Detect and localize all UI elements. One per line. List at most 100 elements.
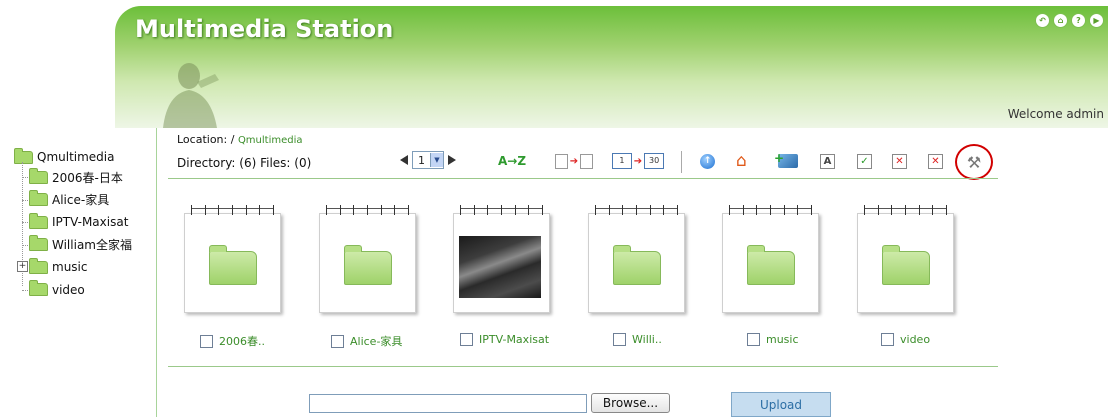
folder-caption: Willi.. [613,333,662,346]
folder-name-link[interactable]: Alice-家具 [350,333,402,349]
close-icon: ✕ [892,153,907,169]
toolbar-separator [681,151,682,173]
folder-icon [29,257,48,274]
arrow-icon: ➔ [569,155,579,167]
folder-caption: IPTV-Maxisat [460,333,549,346]
home-button[interactable]: ⌂ [736,152,747,170]
folder-thumbnail[interactable] [453,205,550,313]
location-breadcrumb: Location: / Qmultimedia [177,133,303,146]
tree-item-label: IPTV-Maxisat [52,215,129,230]
help-icon[interactable]: ? [1071,13,1086,28]
up-folder-button[interactable]: ↑ [700,152,715,170]
delete-button[interactable]: ✕ [928,152,943,170]
sort-by-type-button[interactable]: ➔ [551,152,597,170]
sidebar-divider [156,128,157,417]
select-checkbox[interactable] [331,334,344,348]
folder-icon [29,190,48,207]
file-icon [580,153,594,169]
folder-thumbnail[interactable] [857,205,954,313]
tree-item-2006[interactable]: 2006春-日本 [14,166,132,189]
delete-file-icon: ✕ [928,153,943,169]
select-checkbox[interactable] [613,333,626,346]
tools-icon: ⚒ [966,152,982,172]
folder-caption: Alice-家具 [331,333,402,349]
tree-root-label: Qmultimedia [37,150,115,164]
welcome-text: Welcome admin [1007,107,1104,121]
file-icon [554,153,568,169]
page-number: 1 [418,153,425,167]
folder-icon [747,245,795,285]
folder-name-link[interactable]: music [766,333,799,346]
folder-icon [344,245,392,285]
banner-figure-image [163,63,219,128]
folder-preview-photo [459,236,541,298]
tree-item-william[interactable]: William全家福 [14,234,132,257]
pager: 1 ▼ [400,151,456,169]
sort-by-name-button[interactable]: A→Z [498,152,526,170]
logout-icon[interactable]: ▶ [1089,13,1104,28]
select-checkbox[interactable] [460,333,473,346]
back-icon[interactable]: ↶ [1035,13,1050,28]
folder-thumbnail[interactable] [319,205,416,313]
tree-item-label: music [52,260,88,275]
add-photo-icon [774,151,798,168]
check-icon: ✓ [857,153,872,169]
prev-page-icon[interactable] [400,155,408,165]
location-label: Location: / [177,133,235,146]
select-checkbox[interactable] [881,333,894,346]
tree-item-video[interactable]: video [14,279,132,302]
select-checkbox[interactable] [747,333,760,346]
select-all-button[interactable]: ✓ [857,152,872,170]
header-icons: ↶ ⌂ ? ▶ [1035,13,1104,28]
app-title: Multimedia Station [135,15,394,43]
toolbar-divider [168,178,998,179]
tree-item-label: 2006春-日本 [52,170,123,185]
directory-info: Directory: (6) Files: (0) [177,156,312,170]
folder-name-link[interactable]: IPTV-Maxisat [479,333,549,346]
calendar-icon: 1 [612,153,632,169]
folder-name-link[interactable]: 2006春.. [219,333,265,349]
folder-name-link[interactable]: video [900,333,930,346]
folder-tree: Qmultimedia 2006春-日本 Alice-家具 IPTV-Maxis… [14,147,132,302]
folder-name-link[interactable]: Willi.. [632,333,662,346]
folder-icon [613,245,661,285]
settings-button[interactable]: ⚒ [955,144,993,180]
tree-item-music[interactable]: + music [14,256,132,279]
expand-icon[interactable]: + [17,261,28,272]
folder-icon [29,167,48,184]
folder-icon [29,212,48,229]
folder-icon [882,245,930,285]
upload-button[interactable]: Upload [731,392,831,417]
content-divider [168,366,998,367]
rename-icon: A [820,153,835,169]
upload-file-path-input[interactable] [309,394,587,413]
chevron-down-icon: ▼ [430,153,443,167]
folder-thumbnail[interactable] [722,205,819,313]
tree-item-iptv[interactable]: IPTV-Maxisat [14,211,132,234]
calendar-icon: 30 [644,153,664,169]
browse-button[interactable]: Browse... [591,393,670,413]
folder-caption: video [881,333,930,346]
home-icon[interactable]: ⌂ [1053,13,1068,28]
rename-button[interactable]: A [820,152,835,170]
up-arrow-icon: ↑ [700,153,715,169]
select-checkbox[interactable] [200,334,213,348]
tree-root[interactable]: Qmultimedia [14,147,132,166]
deselect-all-button[interactable]: ✕ [892,152,907,170]
tree-item-label: Alice-家具 [52,193,110,208]
folder-thumbnail[interactable] [588,205,685,313]
home-icon: ⌂ [736,151,747,171]
location-path-link[interactable]: Qmultimedia [238,135,303,146]
folder-caption: music [747,333,799,346]
sort-by-date-button[interactable]: 1 ➔ 30 [612,152,664,170]
folder-thumbnail[interactable] [184,205,281,313]
add-album-button[interactable] [774,151,798,170]
next-page-icon[interactable] [448,155,456,165]
tree-item-alice[interactable]: Alice-家具 [14,189,132,212]
tree-item-label: William全家福 [52,238,132,253]
folder-icon [29,235,48,252]
tree-item-label: video [52,282,85,297]
page-select[interactable]: 1 ▼ [412,151,444,169]
folder-caption: 2006春.. [200,333,265,349]
folder-icon [209,245,257,285]
